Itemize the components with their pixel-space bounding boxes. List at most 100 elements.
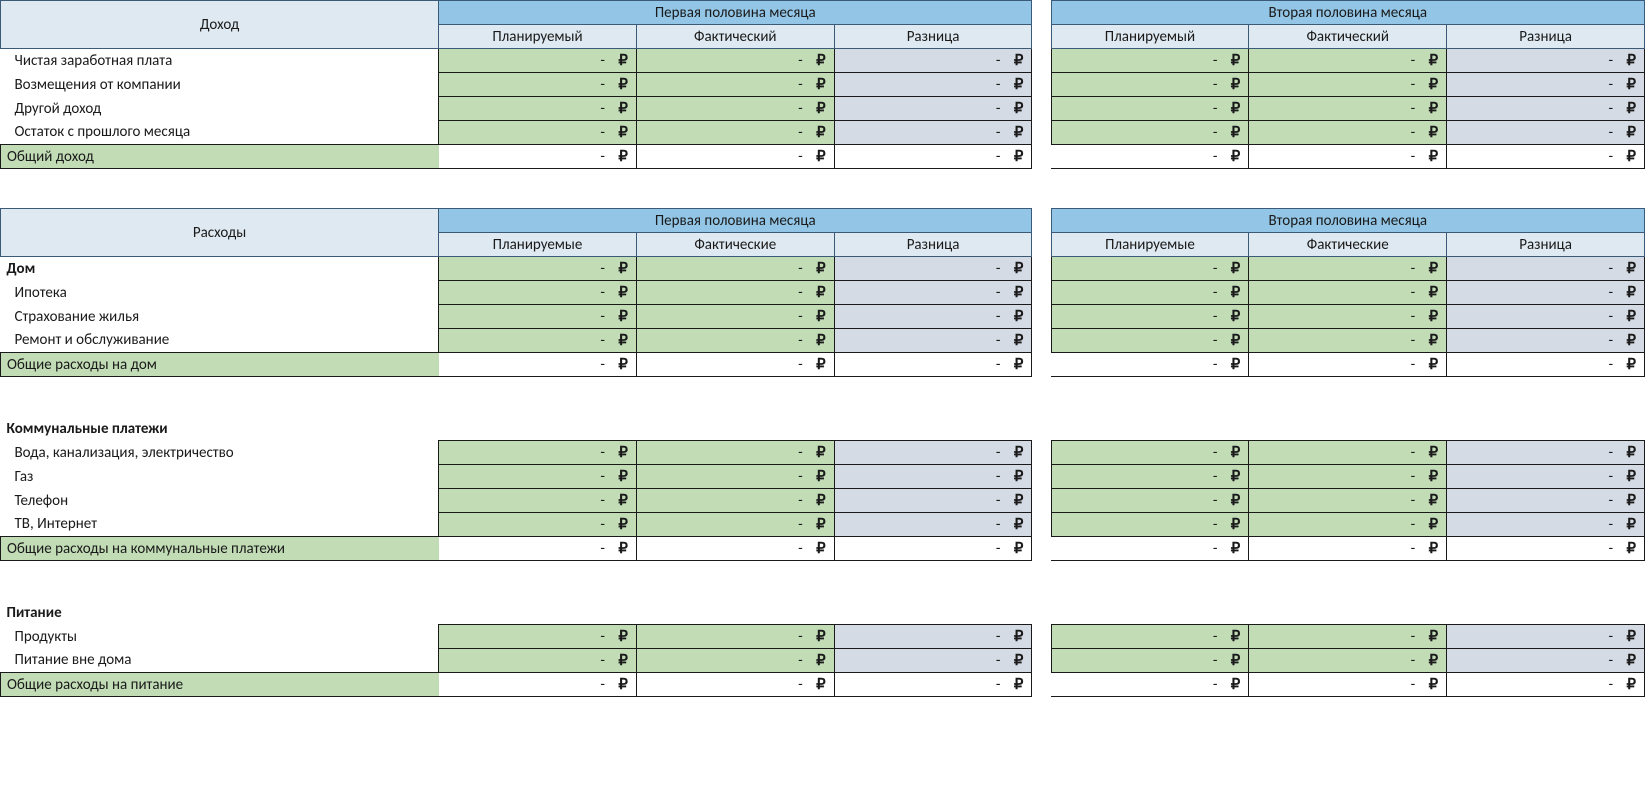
total-plan: - ₽ [439,353,637,377]
cell-plan[interactable]: - ₽ [439,625,637,649]
cell-fact[interactable]: - ₽ [636,121,834,145]
cell-fact-2[interactable]: - ₽ [1249,121,1447,145]
col-diff: Разница [834,25,1032,49]
expense-row-label: Страхование жилья [1,305,439,329]
cell-fact[interactable]: - ₽ [636,97,834,121]
cell-diff: - ₽ [834,465,1032,489]
first-half-title: Первая половина месяца [439,209,1032,233]
cell-fact-2[interactable]: - ₽ [1249,97,1447,121]
income-label-header: Доход [1,1,439,49]
cell-plan[interactable]: - ₽ [439,649,637,673]
cell-fact[interactable]: - ₽ [636,441,834,465]
expense-row-label: Вода, канализация, электричество [1,441,439,465]
cell-fact[interactable]: - ₽ [636,329,834,353]
cell-fact[interactable]: - ₽ [636,305,834,329]
cell-plan[interactable]: - ₽ [439,49,637,73]
cell-diff-2: - ₽ [1447,73,1645,97]
cell-plan[interactable]: - ₽ [439,441,637,465]
total-diff: - ₽ [834,145,1032,169]
col-plan-2: Планируемые [1051,233,1249,257]
cell-fact-2[interactable]: - ₽ [1249,281,1447,305]
cell-diff: - ₽ [834,73,1032,97]
cell-plan-2[interactable]: - ₽ [1051,329,1249,353]
expense-row: Газ- ₽- ₽- ₽- ₽- ₽- ₽ [1,465,1645,489]
expenses-label-header: Расходы [1,209,439,257]
cell-plan[interactable]: - ₽ [439,513,637,537]
cell-diff-2: - ₽ [1447,441,1645,465]
cell-fact-2[interactable]: - ₽ [1249,625,1447,649]
cell-diff-2: - ₽ [1447,49,1645,73]
cell-diff-2: - ₽ [1447,625,1645,649]
cell-plan[interactable]: - ₽ [439,257,637,281]
cell-diff-2: - ₽ [1447,489,1645,513]
cell-fact-2[interactable]: - ₽ [1249,257,1447,281]
cell-fact-2[interactable]: - ₽ [1249,49,1447,73]
cell-fact-2[interactable]: - ₽ [1249,329,1447,353]
total-fact-2: - ₽ [1249,353,1447,377]
cell-fact-2[interactable]: - ₽ [1249,489,1447,513]
col-diff-2: Разница [1447,233,1645,257]
col-diff: Разница [834,233,1032,257]
cell-fact-2[interactable]: - ₽ [1249,465,1447,489]
budget-table: ДоходПервая половина месяцаВторая полови… [0,0,1645,697]
cell-fact[interactable]: - ₽ [636,649,834,673]
cell-fact[interactable]: - ₽ [636,625,834,649]
cell-plan-2[interactable]: - ₽ [1051,305,1249,329]
cell-plan-2[interactable]: - ₽ [1051,257,1249,281]
cell-diff-2: - ₽ [1447,649,1645,673]
cell-plan-2[interactable]: - ₽ [1051,489,1249,513]
cell-fact[interactable]: - ₽ [636,257,834,281]
expense-row: Телефон- ₽- ₽- ₽- ₽- ₽- ₽ [1,489,1645,513]
cell-plan-2[interactable]: - ₽ [1051,649,1249,673]
cell-fact[interactable]: - ₽ [636,465,834,489]
cell-fact[interactable]: - ₽ [636,49,834,73]
total-diff-2: - ₽ [1447,145,1645,169]
cell-fact-2[interactable]: - ₽ [1249,513,1447,537]
total-row: Общие расходы на питание- ₽- ₽- ₽- ₽- ₽-… [1,673,1645,697]
expense-row: Вода, канализация, электричество- ₽- ₽- … [1,441,1645,465]
cell-plan[interactable]: - ₽ [439,305,637,329]
cell-plan-2[interactable]: - ₽ [1051,625,1249,649]
cell-fact[interactable]: - ₽ [636,281,834,305]
income-row-label: Возмещения от компании [1,73,439,97]
cell-plan[interactable]: - ₽ [439,97,637,121]
cell-fact-2[interactable]: - ₽ [1249,441,1447,465]
total-diff: - ₽ [834,673,1032,697]
cell-plan-2[interactable]: - ₽ [1051,121,1249,145]
total-plan: - ₽ [439,673,637,697]
cell-fact[interactable]: - ₽ [636,73,834,97]
cell-fact-2[interactable]: - ₽ [1249,305,1447,329]
cell-plan-2[interactable]: - ₽ [1051,465,1249,489]
income-row-label: Остаток с прошлого месяца [1,121,439,145]
cell-plan[interactable]: - ₽ [439,73,637,97]
cell-plan[interactable]: - ₽ [439,121,637,145]
cell-fact-2[interactable]: - ₽ [1249,649,1447,673]
cell-plan[interactable]: - ₽ [439,329,637,353]
cell-plan-2[interactable]: - ₽ [1051,73,1249,97]
expense-row: Ремонт и обслуживание- ₽- ₽- ₽- ₽- ₽- ₽ [1,329,1645,353]
cell-plan[interactable]: - ₽ [439,489,637,513]
cell-diff: - ₽ [834,121,1032,145]
total-label: Общий доход [1,145,439,169]
cell-diff: - ₽ [834,513,1032,537]
expense-category-header: Питание [1,601,1645,625]
cell-plan[interactable]: - ₽ [439,465,637,489]
expense-category-header: Коммунальные платежи [1,417,1645,441]
cell-fact-2[interactable]: - ₽ [1249,73,1447,97]
cell-plan-2[interactable]: - ₽ [1051,281,1249,305]
expense-row: Продукты- ₽- ₽- ₽- ₽- ₽- ₽ [1,625,1645,649]
cell-diff: - ₽ [834,489,1032,513]
cell-plan-2[interactable]: - ₽ [1051,441,1249,465]
cell-plan-2[interactable]: - ₽ [1051,49,1249,73]
total-diff-2: - ₽ [1447,673,1645,697]
cell-fact[interactable]: - ₽ [636,513,834,537]
expense-row-label: Газ [1,465,439,489]
category-name: Питание [1,601,439,625]
cell-fact[interactable]: - ₽ [636,489,834,513]
total-fact-2: - ₽ [1249,537,1447,561]
cell-plan-2[interactable]: - ₽ [1051,513,1249,537]
cell-diff: - ₽ [834,625,1032,649]
cell-plan-2[interactable]: - ₽ [1051,97,1249,121]
cell-plan[interactable]: - ₽ [439,281,637,305]
expense-category-row: Дом- ₽- ₽- ₽- ₽- ₽- ₽ [1,257,1645,281]
